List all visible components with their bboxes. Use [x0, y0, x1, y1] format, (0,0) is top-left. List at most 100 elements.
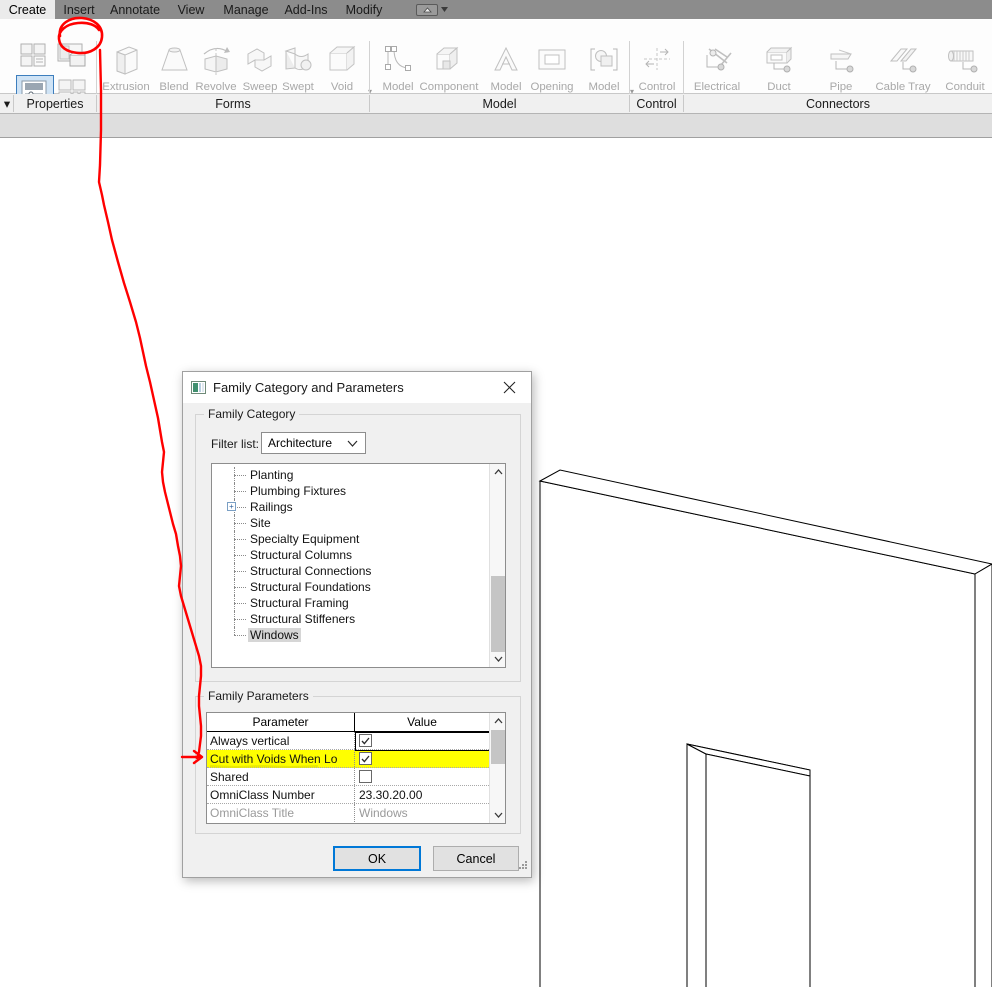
checkbox-always-vertical[interactable] [359, 734, 372, 747]
checkbox-shared[interactable] [359, 770, 372, 783]
scroll-up-icon[interactable] [490, 464, 506, 480]
checkbox-cut-with-voids[interactable] [359, 752, 372, 765]
panel-title-connectors: Connectors [684, 94, 992, 113]
list-item[interactable]: Site [212, 515, 505, 531]
scroll-thumb[interactable] [491, 730, 505, 764]
category-list-scrollbar[interactable] [489, 464, 505, 667]
label-divider-2 [369, 95, 370, 112]
swept-blend-icon [279, 40, 317, 80]
param-value: Windows [355, 804, 505, 822]
model-line-icon [380, 40, 416, 80]
opening-back-face [706, 754, 810, 987]
family-category-tree[interactable]: Planting Plumbing Fixtures + Railings Si… [212, 467, 505, 643]
param-value[interactable] [355, 750, 505, 767]
family-category-params-icon [57, 42, 89, 70]
tab-view[interactable]: View [167, 0, 215, 19]
list-item[interactable]: Structural Foundations [212, 579, 505, 595]
label-divider-1 [96, 95, 97, 112]
revit-application-window: Create Insert Annotate View Manage Add-I… [0, 0, 992, 987]
table-row-cut-with-voids[interactable]: Cut with Voids When Lo [207, 750, 505, 768]
param-name: Always vertical [207, 732, 355, 749]
button-blend-label: Blend [159, 81, 188, 94]
param-name: OmniClass Number [207, 786, 355, 803]
ribbon-minimize-control[interactable] [416, 3, 448, 16]
tab-manage[interactable]: Manage [215, 0, 277, 19]
list-item-windows[interactable]: Windows [212, 627, 505, 643]
void-forms-icon [324, 40, 360, 80]
param-name: Cut with Voids When Lo [207, 750, 355, 767]
list-item[interactable]: Structural Stiffeners [212, 611, 505, 627]
chevron-down-icon[interactable] [441, 7, 448, 12]
ribbon-minimize-icon[interactable] [416, 4, 438, 16]
label-divider-0 [13, 95, 14, 112]
expand-icon[interactable]: + [227, 502, 236, 511]
list-item[interactable]: Structural Framing [212, 595, 505, 611]
list-item[interactable]: Plumbing Fixtures [212, 483, 505, 499]
control-icon [638, 40, 676, 80]
family-category-list[interactable]: Planting Plumbing Fixtures + Railings Si… [211, 463, 506, 668]
button-control-label: Control [639, 81, 676, 94]
table-row[interactable]: Shared [207, 768, 505, 786]
scroll-down-icon[interactable] [490, 651, 506, 667]
list-item[interactable]: Planting [212, 467, 505, 483]
cancel-button[interactable]: Cancel [433, 846, 519, 871]
list-item-label: Structural Foundations [250, 580, 371, 594]
list-item-label: Specialty Equipment [250, 532, 359, 546]
close-icon[interactable] [487, 372, 531, 403]
tab-insert[interactable]: Insert [55, 0, 103, 19]
pipe-connector-icon [821, 40, 861, 80]
properties-family-types-button[interactable] [16, 39, 54, 73]
ribbon-panel-titles: ▾ Properties Forms Model Control Connect… [0, 94, 992, 114]
button-extrusion-label: Extrusion [102, 81, 149, 94]
tab-annotate[interactable]: Annotate [103, 0, 167, 19]
component-icon [430, 40, 468, 80]
revolve-icon [196, 40, 236, 80]
family-category-icon [191, 381, 206, 394]
duct-connector-icon [759, 40, 799, 80]
button-revolve-label: Revolve [195, 81, 236, 94]
tab-modify[interactable]: Modify [335, 0, 393, 19]
param-value[interactable] [355, 768, 505, 785]
tab-add-ins[interactable]: Add-Ins [277, 0, 335, 19]
ok-button[interactable]: OK [333, 846, 421, 871]
list-item-label: Structural Stiffeners [250, 612, 355, 626]
tab-create[interactable]: Create [0, 0, 55, 19]
filter-list-dropdown[interactable]: Architecture [261, 432, 366, 454]
conduit-connector-icon [943, 40, 987, 80]
family-types-icon [20, 43, 50, 69]
model-text-icon [488, 40, 524, 80]
resize-grip[interactable] [517, 857, 528, 875]
list-item[interactable]: Structural Connections [212, 563, 505, 579]
param-value[interactable] [355, 732, 505, 749]
dialog-title-bar[interactable]: Family Category and Parameters [183, 372, 531, 403]
scroll-up-icon[interactable] [490, 713, 506, 729]
table-row[interactable]: Always vertical [207, 732, 505, 750]
list-item-label: Site [250, 516, 271, 530]
dialog-content: Family Category Filter list: Architectur… [183, 403, 531, 877]
model-group-icon [586, 40, 622, 80]
properties-type-button[interactable] [54, 39, 92, 73]
panel-overflow-arrow[interactable]: ▾ [0, 94, 14, 113]
column-header-parameter: Parameter [207, 713, 355, 731]
family-parameters-table[interactable]: Parameter Value Always vertical Cut with… [206, 712, 506, 824]
param-value[interactable]: 23.30.20.00 [355, 786, 505, 803]
table-header-row: Parameter Value [207, 713, 505, 732]
family-category-and-parameters-dialog[interactable]: Family Category and Parameters Family Ca… [182, 371, 532, 878]
electrical-connector-icon [697, 40, 737, 80]
param-name: OmniClass Title [207, 804, 355, 822]
scroll-thumb[interactable] [491, 576, 505, 652]
family-category-group-label: Family Category [204, 407, 299, 421]
options-bar [0, 114, 992, 138]
table-row: OmniClass Title Windows [207, 804, 505, 822]
parameters-scrollbar[interactable] [489, 713, 505, 823]
table-row[interactable]: OmniClass Number 23.30.20.00 [207, 786, 505, 804]
scroll-down-icon[interactable] [490, 807, 506, 823]
dialog-title-text: Family Category and Parameters [213, 380, 404, 395]
ribbon-panel-area: ▾ Extrusion [0, 19, 992, 94]
list-item[interactable]: Specialty Equipment [212, 531, 505, 547]
list-item[interactable]: Structural Columns [212, 547, 505, 563]
panel-title-control: Control [630, 94, 683, 113]
list-item-railings[interactable]: + Railings [212, 499, 505, 515]
list-item-label: Structural Framing [250, 596, 349, 610]
list-item-label: Windows [248, 628, 301, 642]
